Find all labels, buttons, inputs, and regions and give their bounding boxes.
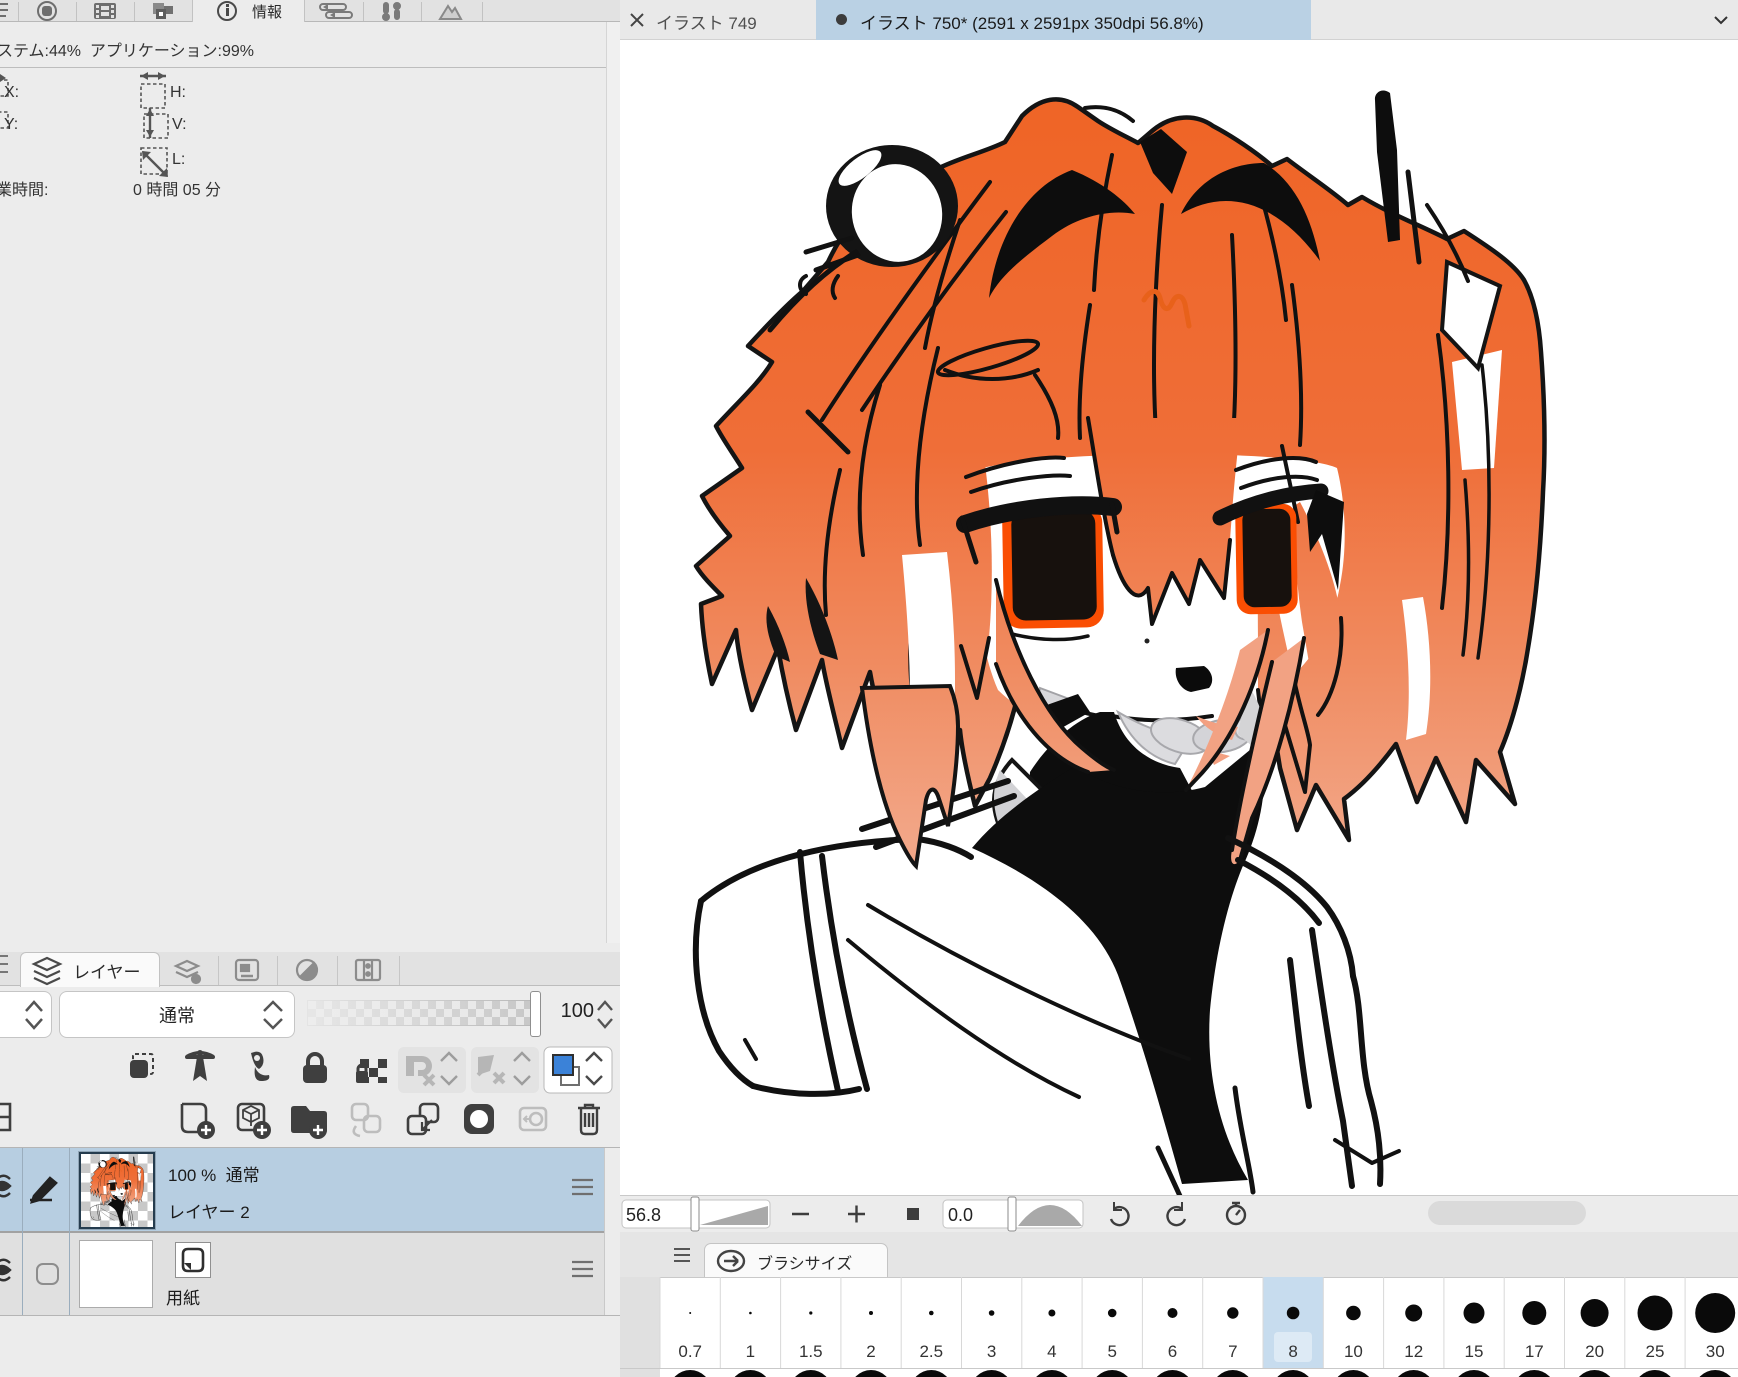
- svg-text:レイヤー: レイヤー: [73, 963, 141, 982]
- svg-text:L:: L:: [172, 151, 185, 168]
- svg-text:6: 6: [1168, 1342, 1177, 1361]
- svg-text:4: 4: [1047, 1342, 1056, 1361]
- svg-text:H:: H:: [170, 84, 186, 101]
- svg-text:X:: X:: [4, 84, 19, 101]
- svg-text:30: 30: [1706, 1342, 1725, 1361]
- svg-text:0 時間 05 分: 0 時間 05 分: [133, 181, 221, 199]
- svg-text:情報: 情報: [252, 4, 282, 21]
- svg-text:V:: V:: [172, 116, 187, 133]
- svg-text:20: 20: [1585, 1342, 1604, 1361]
- svg-text:業時間:: 業時間:: [0, 181, 48, 199]
- svg-text:10: 10: [1344, 1342, 1363, 1361]
- svg-text:17: 17: [1525, 1342, 1544, 1361]
- svg-text:Y:: Y:: [4, 116, 18, 133]
- svg-text:8: 8: [1288, 1342, 1297, 1361]
- svg-text:0.0: 0.0: [948, 1205, 973, 1225]
- svg-text:1: 1: [746, 1342, 755, 1361]
- svg-text:0.7: 0.7: [678, 1342, 702, 1361]
- svg-text:2: 2: [866, 1342, 875, 1361]
- svg-text:3: 3: [987, 1342, 996, 1361]
- svg-text:2.5: 2.5: [919, 1342, 943, 1361]
- svg-text:7: 7: [1228, 1342, 1237, 1361]
- svg-text:15: 15: [1465, 1342, 1484, 1361]
- svg-text:56.8: 56.8: [626, 1205, 661, 1225]
- svg-text:1.5: 1.5: [799, 1342, 823, 1361]
- svg-text:25: 25: [1646, 1342, 1665, 1361]
- svg-text:5: 5: [1107, 1342, 1116, 1361]
- svg-text:12: 12: [1404, 1342, 1423, 1361]
